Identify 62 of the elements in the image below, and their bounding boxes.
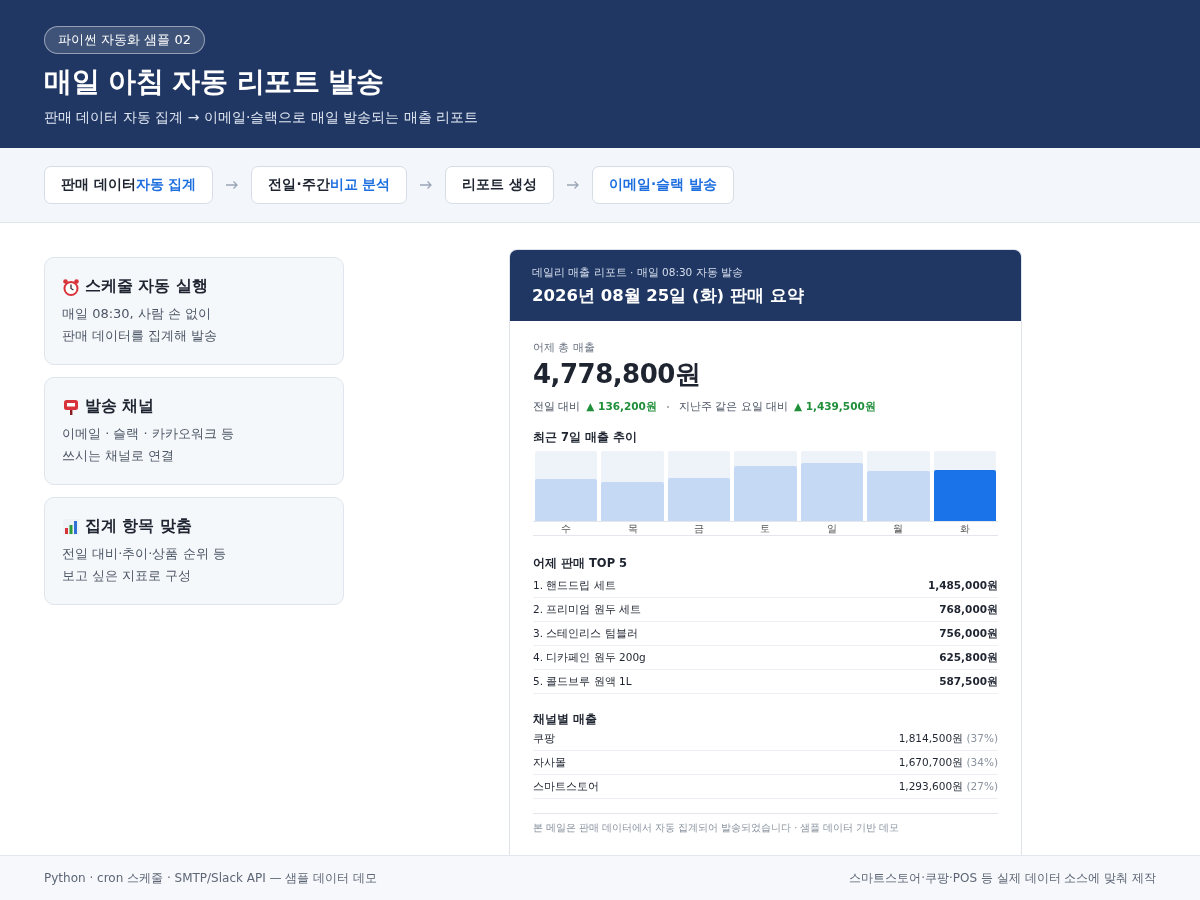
- step-chip: 리포트 생성: [445, 166, 554, 204]
- footer-text: 스마트스토어·쿠팡·POS 등 실제 데이터 소스에 맞춰 제작: [849, 869, 1156, 887]
- channel-amount: 1,670,700원: [898, 755, 964, 768]
- day-label: 월: [892, 522, 905, 535]
- card-text: 전일 대비·추이·상품 순위 등: [62, 545, 227, 563]
- step-chip: 이메일·슬랙 발송: [591, 166, 734, 204]
- card-text: 쓰시는 채널로 연결: [62, 447, 176, 465]
- channel-amount: 1,293,600원: [898, 779, 964, 792]
- product-name: 4. 디카페인 원두 200g: [533, 650, 646, 665]
- section-title: 최근 7일 매출 추이: [533, 430, 638, 445]
- day-label: 토: [759, 522, 772, 535]
- product-name: 3. 스테인리스 텀블러: [533, 626, 638, 641]
- channel-share: (34%): [966, 755, 998, 768]
- channel-name: 스마트스토어: [533, 779, 599, 794]
- channel-name: 쿠팡: [533, 731, 555, 746]
- product-amount: 1,485,000원: [927, 578, 998, 593]
- day-label: 목: [626, 522, 639, 535]
- report-title: 2026년 08월 25일 (화) 판매 요약: [532, 285, 805, 307]
- day-label: 금: [693, 522, 706, 535]
- product-amount: 625,800원: [939, 650, 998, 665]
- channel-share: (37%): [966, 731, 998, 744]
- card-text: 이메일 · 슬랙 · 카카오워크 등: [62, 425, 235, 443]
- channel-share: (27%): [966, 779, 998, 792]
- channel-name: 자사몰: [533, 755, 566, 770]
- footer-text: Python · cron 스케줄 · SMTP/Slack API — 샘플 데이터 데모: [44, 869, 377, 887]
- badge-label: 파이썬 자동화 샘플 02: [44, 26, 205, 54]
- product-amount: 768,000원: [939, 602, 998, 617]
- card-text: 보고 싶은 지표로 구성: [62, 567, 193, 585]
- arrow-icon: [225, 180, 240, 190]
- delta-value: ▲ 136,200원: [586, 400, 657, 414]
- product-name: 1. 핸드드립 세트: [533, 578, 616, 593]
- card-title: 집계 항목 맞춤: [85, 516, 192, 537]
- arrow-icon: [419, 180, 434, 190]
- section-title: 채널별 매출: [533, 712, 598, 727]
- total-label: 어제 총 매출: [533, 341, 596, 355]
- product-name: 5. 콜드브루 원액 1L: [533, 674, 632, 689]
- product-amount: 756,000원: [939, 626, 998, 641]
- mailbox-icon: [62, 397, 80, 416]
- arrow-icon: [565, 180, 580, 190]
- step-chip: 판매 데이터자동 집계: [44, 166, 214, 204]
- product-amount: 587,500원: [939, 674, 998, 689]
- step-chip: 전일·주간비교 분석: [251, 166, 408, 204]
- total-amount: 4,778,800원: [533, 358, 702, 391]
- card-text: 매일 08:30, 사람 손 없이: [62, 305, 213, 323]
- page-subtitle: 판매 데이터 자동 집계 → 이메일·슬랙으로 매일 발송되는 매출 리포트: [44, 109, 480, 127]
- delta-label: 지난주 같은 요일 대비: [678, 400, 788, 414]
- card-title: 발송 채널: [85, 396, 155, 417]
- day-label: 화: [958, 522, 971, 535]
- day-label: 일: [825, 522, 838, 535]
- card-text: 판매 데이터를 집계해 발송: [62, 327, 219, 345]
- product-name: 2. 프리미엄 원두 세트: [533, 602, 642, 617]
- bar-chart-icon: [62, 517, 80, 536]
- section-title: 어제 판매 TOP 5: [533, 556, 629, 571]
- delta-label: 전일 대비: [533, 400, 581, 414]
- report-note: 본 메일은 판매 데이터에서 자동 집계되어 발송되었습니다 · 샘플 데이터 기반 데모: [533, 813, 998, 835]
- channel-amount: 1,814,500원: [898, 731, 964, 744]
- delta-value: ▲ 1,439,500원: [793, 400, 876, 414]
- day-label: 수: [560, 522, 573, 535]
- card-title: 스케줄 자동 실행: [85, 276, 208, 297]
- report-eyebrow: 데일리 매출 리포트 · 매일 08:30 자동 발송: [532, 266, 744, 280]
- page-title: 매일 아침 자동 리포트 발송: [44, 64, 385, 100]
- alarm-clock-icon: [62, 277, 80, 296]
